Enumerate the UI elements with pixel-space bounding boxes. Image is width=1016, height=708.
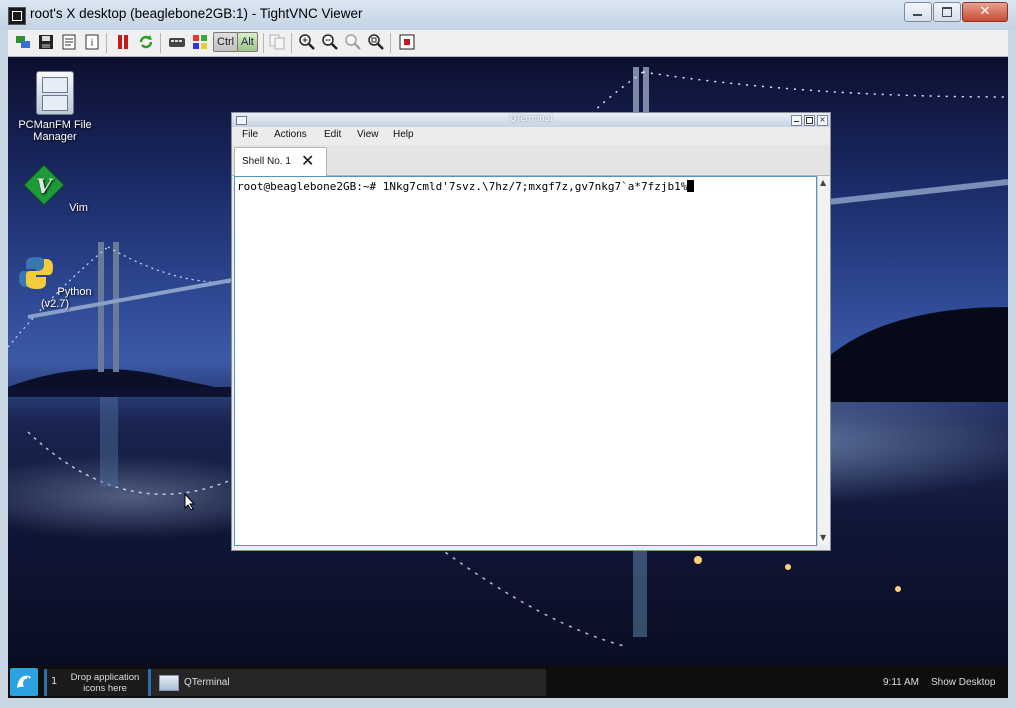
new-connection-icon[interactable] (14, 33, 32, 51)
lxde-bird-icon (17, 675, 31, 688)
toolbar-separator (106, 33, 107, 53)
info-icon[interactable]: i (83, 33, 101, 51)
show-desktop-button[interactable]: Show Desktop (931, 677, 995, 688)
desktop-icon-pcmanfm[interactable]: PCManFM File Manager (10, 71, 100, 143)
file-manager-icon (36, 71, 74, 115)
qterminal-menu-bar: File Actions Edit View Help (232, 127, 830, 145)
zoom-out-icon[interactable] (321, 33, 339, 51)
window-title: root's X desktop (beaglebone2GB:1) - Tig… (30, 6, 363, 21)
toolbar-separator (291, 33, 292, 53)
close-icon: × (819, 115, 826, 124)
window-right-border (1008, 56, 1016, 708)
options-icon[interactable] (60, 33, 78, 51)
terminal-line: root@beaglebone2GB:~# 1Nkg7cmld'7svz.\7h… (237, 180, 695, 193)
window-controls: ✕ (903, 2, 1008, 22)
launcher-drop-area[interactable]: Drop application icons here (61, 672, 149, 694)
ctrl-key-toggle[interactable]: Ctrl (213, 32, 239, 52)
terminal-prompt: root@beaglebone2GB:~# (237, 180, 377, 193)
maximize-button[interactable] (933, 2, 961, 22)
panel-clock[interactable]: 9:11 AM (883, 677, 919, 688)
vim-icon: V (23, 164, 65, 206)
pause-icon[interactable] (114, 33, 132, 51)
lxde-panel: 1 Drop application icons here QTerminal … (8, 666, 1008, 698)
desktop-icon-label: PCManFM File Manager (18, 119, 92, 143)
desktop-icon-label: Vim (69, 202, 88, 214)
window-bottom-border (0, 698, 1016, 708)
tab-shell-1[interactable]: Shell No. 1 ✕ (234, 147, 327, 176)
close-icon: ✕ (979, 4, 991, 19)
toolbar-separator (160, 33, 161, 53)
workspace-number: 1 (51, 676, 58, 687)
drop-text-line: icons here (83, 683, 127, 694)
minimize-button[interactable] (904, 2, 932, 22)
terminal-command: 1Nkg7cmld'7svz.\7hz/7;mxgf7z,gv7nkg7`a*7… (376, 180, 688, 193)
ctrl-esc-icon[interactable] (191, 33, 209, 51)
vnc-app-icon[interactable] (8, 7, 26, 25)
qterminal-window-controls: × (789, 115, 828, 126)
zoom-100-icon[interactable] (344, 33, 362, 51)
text-cursor (687, 180, 695, 192)
copy-icon[interactable] (268, 33, 286, 51)
alt-key-toggle[interactable]: Alt (237, 32, 258, 52)
svg-text:V: V (36, 174, 54, 198)
scroll-down-icon[interactable]: ▼ (820, 533, 826, 542)
terminal-window-icon (159, 675, 179, 691)
zoom-in-icon[interactable] (298, 33, 316, 51)
taskbar-item-qterminal[interactable]: QTerminal (148, 669, 546, 696)
qterminal-title-bar[interactable]: QTerminal × (232, 113, 830, 128)
menu-view[interactable]: View (357, 129, 379, 140)
save-icon[interactable] (37, 33, 55, 51)
maximize-icon (942, 7, 952, 17)
svg-text:i: i (91, 38, 94, 49)
menu-help[interactable]: Help (393, 129, 414, 140)
terminal-area[interactable]: root@beaglebone2GB:~# 1Nkg7cmld'7svz.\7h… (234, 176, 817, 546)
qterminal-tab-bar: Shell No. 1 ✕ (232, 145, 830, 176)
minimize-icon (913, 14, 922, 16)
menu-actions[interactable]: Actions (274, 129, 307, 140)
qterminal-maximize-button[interactable] (804, 115, 815, 126)
vnc-title-bar: root's X desktop (beaglebone2GB:1) - Tig… (0, 0, 1016, 30)
drop-text-line: Drop application (70, 672, 140, 683)
qterminal-window[interactable]: QTerminal × File Actions Edit View Help … (231, 112, 831, 551)
toolbar-separator (263, 33, 264, 53)
qterminal-title: QTerminal (509, 114, 553, 124)
scroll-up-icon[interactable]: ▲ (820, 178, 826, 187)
menu-edit[interactable]: Edit (324, 129, 341, 140)
tab-label: Shell No. 1 (242, 156, 291, 167)
zoom-fit-icon[interactable] (367, 33, 385, 51)
desktop-icon-python[interactable]: Python (v2.7) (10, 255, 100, 310)
mouse-pointer-icon (184, 493, 196, 511)
ctrl-alt-del-icon[interactable] (168, 33, 186, 51)
maximize-icon (806, 117, 813, 124)
toolbar-separator (390, 33, 391, 53)
tab-close-icon[interactable]: ✕ (301, 153, 314, 169)
terminal-scrollbar[interactable]: ▲ ▼ (817, 176, 830, 546)
minimize-icon (794, 121, 799, 122)
refresh-icon[interactable] (137, 33, 155, 51)
qterminal-minimize-button[interactable] (791, 115, 802, 126)
vnc-toolbar: i Ctrl Alt (8, 30, 1008, 57)
taskbar-item-label: QTerminal (184, 677, 230, 688)
window-left-border (0, 56, 8, 708)
close-button[interactable]: ✕ (962, 2, 1008, 22)
fullscreen-icon[interactable] (398, 33, 416, 51)
workspace-pager[interactable]: 1 Drop application icons here (44, 669, 149, 696)
desktop-icon-vim[interactable]: V Vim (10, 163, 100, 214)
python-icon (19, 257, 54, 289)
start-menu-button[interactable] (10, 668, 38, 696)
qterminal-close-button[interactable]: × (817, 115, 828, 126)
menu-file[interactable]: File (242, 129, 258, 140)
